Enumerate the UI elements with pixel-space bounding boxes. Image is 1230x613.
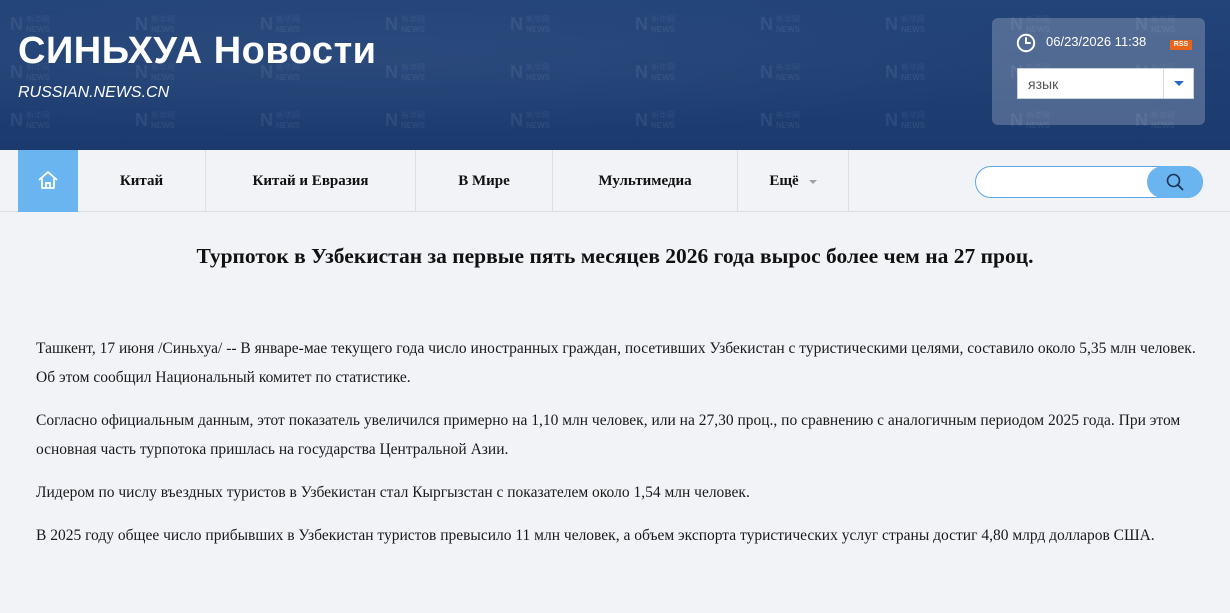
article-paragraph: Ташкент, 17 июня /Синьхуа/ -- В январе-м… xyxy=(36,340,1196,386)
current-datetime: 06/23/2026 11:38 xyxy=(1046,34,1147,49)
home-icon xyxy=(38,171,58,189)
nav-item-label: Мультимедиа xyxy=(598,172,692,189)
nav-item-label: Ещё xyxy=(769,172,799,189)
main-nav: Китай Китай и Евразия В Мире Мультимедиа… xyxy=(0,150,1230,212)
nav-item-china-eurasia[interactable]: Китай и Евразия xyxy=(206,150,416,212)
home-button[interactable] xyxy=(18,150,78,212)
nav-item-china[interactable]: Китай xyxy=(78,150,206,212)
clock-icon xyxy=(1016,33,1036,53)
search-button[interactable] xyxy=(1147,166,1203,198)
chevron-down-icon xyxy=(1174,81,1184,86)
article-headline: Турпоток в Узбекистан за первые пять мес… xyxy=(196,244,1034,268)
chevron-down-icon xyxy=(808,180,817,184)
site-header: N 新华网 NEWS СИНЬХУА Новости RUSSIAN.NEWS.… xyxy=(0,0,1230,150)
nav-item-more[interactable]: Ещё xyxy=(738,150,849,212)
language-select[interactable]: язык xyxy=(1017,68,1194,99)
nav-item-label: Китай и Евразия xyxy=(252,172,369,189)
article-paragraph: Согласно официальным данным, этот показа… xyxy=(36,412,1181,458)
language-dropdown-button[interactable] xyxy=(1163,69,1193,98)
site-title[interactable]: СИНЬХУА Новости xyxy=(18,30,377,73)
rss-icon[interactable]: RSS xyxy=(1170,40,1192,50)
language-select-value: язык xyxy=(1028,76,1059,92)
nav-item-label: Китай xyxy=(119,172,164,189)
article-paragraph: Лидером по числу въездных туристов в Узб… xyxy=(36,484,750,501)
article-body: Ташкент, 17 июня /Синьхуа/ -- В январе-м… xyxy=(36,334,1196,564)
article-paragraph: В 2025 году общее число прибывших в Узбе… xyxy=(36,527,1155,544)
nav-item-label: В Мире xyxy=(458,172,510,189)
nav-item-world[interactable]: В Мире xyxy=(416,150,553,212)
search-icon xyxy=(1166,173,1184,191)
search-input[interactable] xyxy=(986,171,1146,193)
nav-item-multimedia[interactable]: Мультимедиа xyxy=(553,150,738,212)
search-box xyxy=(975,166,1203,198)
site-subtitle[interactable]: RUSSIAN.NEWS.CN xyxy=(18,84,169,102)
datetime-language-widget: 06/23/2026 11:38 RSS язык xyxy=(992,18,1205,125)
